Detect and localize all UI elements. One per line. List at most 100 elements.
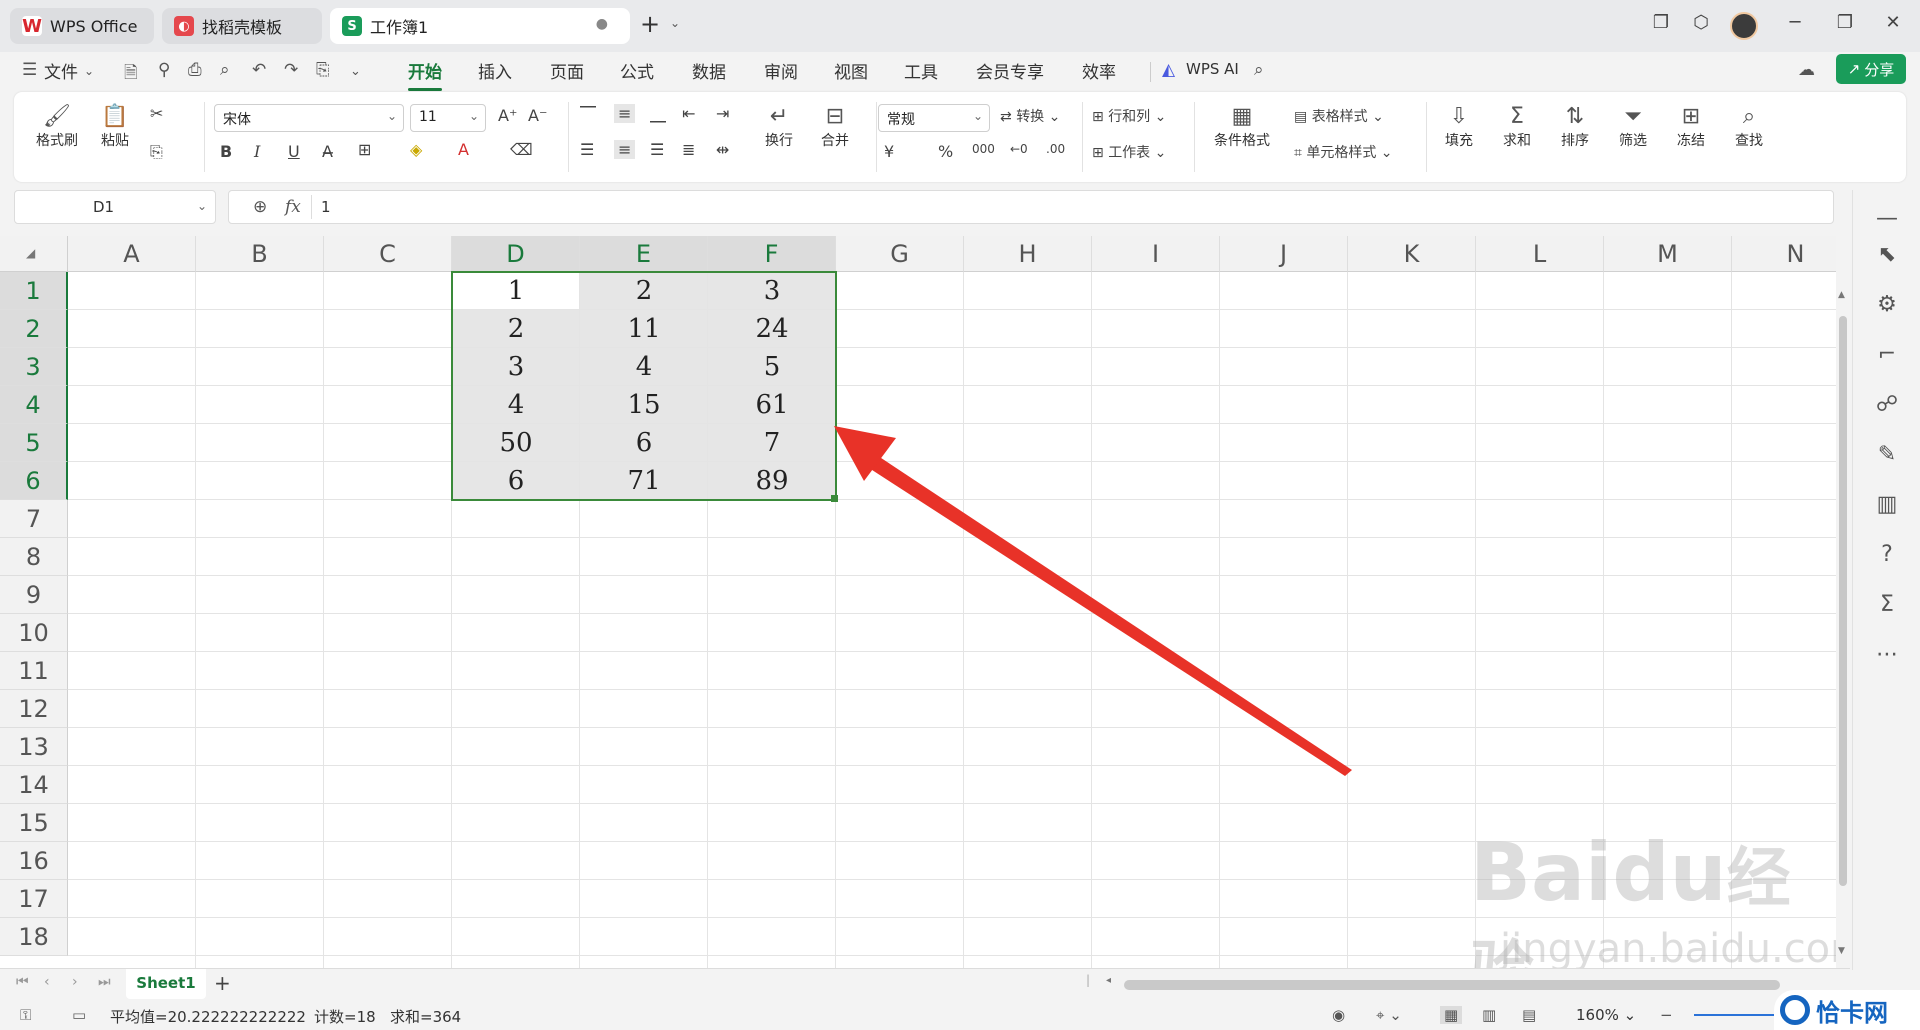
properties-icon[interactable]: ⚙ bbox=[1873, 292, 1901, 317]
font-color-icon[interactable]: A bbox=[458, 140, 469, 159]
format-painter-button[interactable]: 🖌 格式刷 bbox=[32, 104, 82, 150]
strikethrough-icon[interactable]: A̶ bbox=[322, 142, 333, 161]
first-sheet-icon[interactable]: ⏮ bbox=[16, 974, 29, 990]
restore-icon[interactable]: ❐ bbox=[1830, 12, 1860, 33]
paint-icon[interactable]: ⚲ bbox=[158, 60, 170, 80]
tools-icon[interactable]: ✎ bbox=[1873, 442, 1901, 467]
menu-file[interactable]: 文件 bbox=[44, 58, 78, 83]
table-style-button[interactable]: ▤ 表格样式 ⌄ bbox=[1294, 106, 1384, 126]
macro-icon[interactable]: ⚿ bbox=[20, 1006, 31, 1024]
normal-view-icon[interactable]: ▦ bbox=[1440, 1006, 1463, 1024]
align-right-icon[interactable]: ☰ bbox=[650, 140, 664, 159]
menu-review[interactable]: 审阅 bbox=[764, 58, 798, 83]
export-icon[interactable]: ⎘ bbox=[316, 60, 330, 80]
filter-button[interactable]: ⏷ 筛选 bbox=[1608, 104, 1658, 150]
spreadsheet-grid[interactable]: ◢ A B C D E F G H I J K L M N 1 2 3 4 5 6 7 8 9 10 11 12 13 14 15 16 1… bbox=[0, 236, 1836, 968]
cell-style-button[interactable]: ⌗ 单元格样式 ⌄ bbox=[1294, 142, 1393, 162]
tab-wps-office[interactable]: W WPS Office bbox=[10, 8, 154, 44]
sum-button[interactable]: Σ 求和 bbox=[1492, 104, 1542, 150]
align-middle-icon[interactable]: ≡ bbox=[614, 104, 636, 123]
bold-button[interactable]: B bbox=[220, 142, 232, 161]
menu-formula[interactable]: 公式 bbox=[620, 58, 654, 83]
zoom-slider[interactable] bbox=[1694, 1014, 1774, 1016]
sheet-tab-sheet1[interactable]: Sheet1 bbox=[126, 969, 206, 999]
print-preview-icon[interactable]: ⌕ bbox=[220, 60, 230, 80]
increase-decimal-icon[interactable]: ←0 bbox=[1010, 142, 1028, 156]
freeze-button[interactable]: ⊞ 冻结 bbox=[1666, 104, 1716, 150]
unsaved-dot-icon[interactable]: ● bbox=[596, 16, 608, 32]
cloud-sync-icon[interactable]: ☁ bbox=[1798, 60, 1815, 80]
avatar[interactable] bbox=[1730, 12, 1758, 40]
book-icon[interactable]: ▥ bbox=[1873, 492, 1901, 517]
focus-icon[interactable]: ⌖ ⌄ bbox=[1376, 1006, 1402, 1024]
scroll-left-icon[interactable]: ◂ bbox=[1106, 975, 1111, 986]
vertical-scrollbar[interactable]: ▲ ▼ bbox=[1836, 236, 1850, 968]
chevron-down-icon[interactable]: ⌄ bbox=[197, 199, 207, 213]
clear-format-icon[interactable]: ⌫ bbox=[510, 140, 533, 159]
name-box[interactable]: D1 ⌄ bbox=[14, 190, 216, 224]
new-tab-icon[interactable]: + bbox=[640, 10, 660, 38]
undo-icon[interactable]: ↶ bbox=[252, 60, 266, 80]
menu-view[interactable]: 视图 bbox=[834, 58, 868, 83]
justify-icon[interactable]: ≣ bbox=[682, 140, 695, 159]
menu-page[interactable]: 页面 bbox=[550, 58, 584, 83]
number-format-select[interactable]: 常规 ⌄ bbox=[878, 104, 990, 132]
font-name-select[interactable]: 宋体 ⌄ bbox=[214, 104, 404, 132]
increase-font-icon[interactable]: A⁺ bbox=[498, 106, 517, 125]
zoom-out-icon[interactable]: − bbox=[1660, 1006, 1673, 1024]
fx-icon[interactable]: fx bbox=[285, 197, 301, 217]
border-icon[interactable]: ⊞ bbox=[358, 140, 371, 159]
distribute-icon[interactable]: ⇹ bbox=[716, 140, 729, 159]
italic-button[interactable]: I bbox=[254, 142, 260, 161]
formula-input[interactable]: ⊕ fx 1 bbox=[228, 190, 1834, 224]
prev-sheet-icon[interactable]: ‹ bbox=[44, 974, 50, 990]
percent-icon[interactable]: % bbox=[938, 142, 953, 161]
cut-icon[interactable]: ✂ bbox=[150, 104, 163, 123]
add-sheet-button[interactable]: + bbox=[214, 971, 231, 995]
fill-button[interactable]: ⇩ 填充 bbox=[1434, 104, 1484, 150]
thousands-icon[interactable]: 000 bbox=[972, 142, 995, 156]
menu-efficiency[interactable]: 效率 bbox=[1082, 58, 1116, 83]
cube-icon[interactable]: ⬡ bbox=[1686, 12, 1716, 33]
indent-decrease-icon[interactable]: ⇤ bbox=[682, 104, 695, 123]
scroll-up-icon[interactable]: ▲ bbox=[1838, 290, 1845, 300]
minimize-icon[interactable]: ─ bbox=[1780, 12, 1810, 33]
zoom-formula-icon[interactable]: ⊕ bbox=[253, 197, 267, 217]
more-icon[interactable]: ⋯ bbox=[1873, 642, 1901, 667]
file-chevron-icon[interactable]: ⌄ bbox=[84, 64, 94, 78]
menu-wps-ai[interactable]: WPS AI bbox=[1186, 60, 1239, 78]
collapse-icon[interactable]: — bbox=[1873, 206, 1901, 231]
print-icon[interactable]: ⎙ bbox=[188, 60, 202, 80]
sort-button[interactable]: ⇅ 排序 bbox=[1550, 104, 1600, 150]
backup-icon[interactable]: ☍ bbox=[1873, 392, 1901, 417]
convert-button[interactable]: ⇄ 转换 ⌄ bbox=[1000, 106, 1060, 126]
help-icon[interactable]: ? bbox=[1873, 542, 1901, 567]
search-icon[interactable]: ⌕ bbox=[1254, 60, 1264, 80]
sheet-view-icon[interactable]: ▭ bbox=[72, 1006, 86, 1024]
window-layout-icon[interactable]: ❐ bbox=[1646, 12, 1676, 33]
redo-icon[interactable]: ↷ bbox=[284, 60, 298, 80]
underline-button[interactable]: U bbox=[288, 142, 300, 161]
zoom-level[interactable]: 160% ⌄ bbox=[1576, 1006, 1636, 1024]
align-top-icon[interactable]: ⎺ bbox=[580, 104, 596, 124]
worksheet-button[interactable]: ⊞ 工作表 ⌄ bbox=[1092, 142, 1166, 162]
next-sheet-icon[interactable]: › bbox=[72, 974, 78, 990]
row-col-button[interactable]: ⊞ 行和列 ⌄ bbox=[1092, 106, 1166, 126]
crop-icon[interactable]: ⌐ bbox=[1873, 342, 1901, 367]
last-sheet-icon[interactable]: ⏭ bbox=[98, 974, 111, 990]
page-layout-icon[interactable]: ▥ bbox=[1482, 1006, 1496, 1024]
vertical-scroll-thumb[interactable] bbox=[1839, 316, 1847, 886]
hamburger-icon[interactable]: ☰ bbox=[22, 60, 37, 80]
indent-increase-icon[interactable]: ⇥ bbox=[716, 104, 729, 123]
menu-insert[interactable]: 插入 bbox=[478, 58, 512, 83]
menu-tools[interactable]: 工具 bbox=[904, 58, 938, 83]
align-bottom-icon[interactable]: ⎽ bbox=[650, 104, 666, 124]
share-button[interactable]: ↗ 分享 bbox=[1836, 54, 1906, 84]
select-cursor-icon[interactable]: ⬉ bbox=[1873, 242, 1901, 267]
tab-workbook[interactable]: S 工作簿1 ● bbox=[330, 8, 630, 44]
horizontal-scroll-thumb[interactable] bbox=[1124, 980, 1780, 990]
fill-color-icon[interactable]: ◈ bbox=[410, 140, 422, 159]
copy-icon[interactable]: ⎘ bbox=[150, 142, 163, 162]
tab-list-chevron-icon[interactable]: ⌄ bbox=[670, 16, 680, 30]
close-icon[interactable]: ✕ bbox=[1878, 12, 1908, 33]
